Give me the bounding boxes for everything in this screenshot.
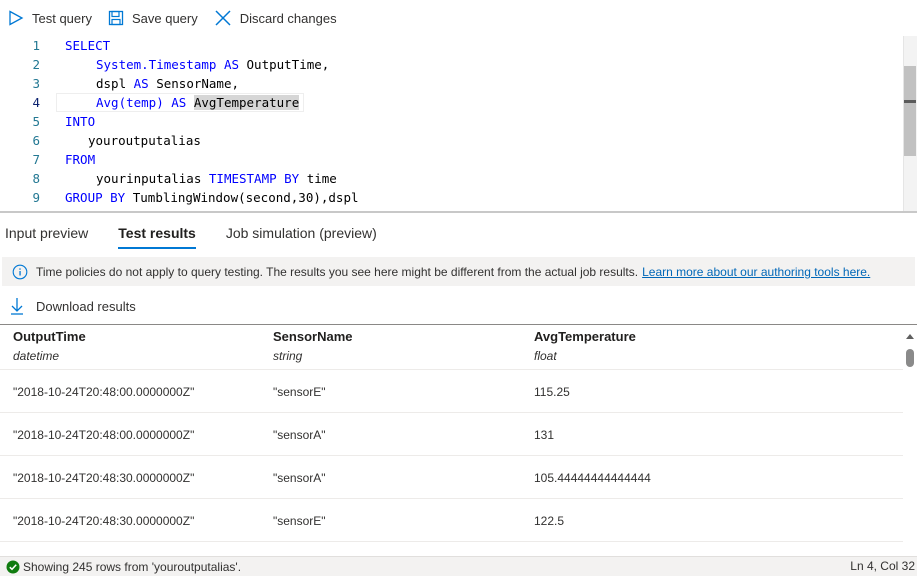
table-scrollbar[interactable] <box>903 328 917 556</box>
column-type: string <box>273 349 303 363</box>
download-results-button[interactable]: Download results <box>10 295 136 317</box>
code-text: yourinputalias <box>96 171 209 186</box>
column-name: AvgTemperature <box>534 329 636 344</box>
line-number: 2 <box>32 57 40 72</box>
line-number: 5 <box>32 114 40 129</box>
play-icon <box>9 10 24 26</box>
editor-line: 9 GROUP BY TumblingWindow(second,30),dsp… <box>0 188 900 207</box>
column-header-avgtemperature[interactable]: AvgTemperature float <box>534 329 636 363</box>
scroll-up-arrow-icon[interactable] <box>906 334 914 339</box>
save-icon <box>108 10 124 26</box>
code-text: youroutputalias <box>88 133 201 148</box>
table-cell: "sensorA" <box>273 471 326 485</box>
discard-changes-button[interactable]: Discard changes <box>214 4 337 32</box>
results-tabs: Input preview Test results Job simulatio… <box>0 213 917 253</box>
tab-input-preview[interactable]: Input preview <box>0 213 93 253</box>
editor-line: 1 SELECT <box>0 36 900 55</box>
table-cell: 105.44444444444444 <box>534 471 651 485</box>
column-name: OutputTime <box>13 329 86 344</box>
code-text: dspl <box>96 76 134 91</box>
keyword: FROM <box>65 152 96 167</box>
column-type: float <box>534 349 557 363</box>
keyword: SELECT <box>65 38 111 53</box>
code-text: Avg(temp) <box>96 95 172 110</box>
info-icon <box>12 264 28 279</box>
test-query-label: Test query <box>32 10 92 26</box>
status-bar: Showing 245 rows from 'youroutputalias'.… <box>0 556 917 576</box>
info-text: Time policies do not apply to query test… <box>36 264 639 279</box>
table-cell: 131 <box>534 428 555 442</box>
line-number: 9 <box>32 190 40 205</box>
column-header-sensorname[interactable]: SensorName string <box>273 329 352 363</box>
table-cell: "2018-10-24T20:48:00.0000000Z" <box>13 428 195 442</box>
table-row[interactable]: "2018-10-24T20:48:30.0000000Z" "sensorA"… <box>0 456 903 499</box>
success-check-icon <box>6 560 20 573</box>
line-number: 1 <box>32 38 40 53</box>
code-text: System.Timestamp <box>96 57 224 72</box>
table-row[interactable]: "2018-10-24T20:48:00.0000000Z" "sensorE"… <box>0 370 903 413</box>
code-text: TumblingWindow(second,30),dspl <box>125 190 359 205</box>
table-cell: "sensorA" <box>273 428 326 442</box>
table-cell: "2018-10-24T20:48:30.0000000Z" <box>13 471 195 485</box>
query-editor[interactable]: 1 SELECT 2 System.Timestamp AS OutputTim… <box>0 36 917 212</box>
close-icon <box>215 10 231 26</box>
editor-line: 7 FROM <box>0 150 900 169</box>
column-header-outputtime[interactable]: OutputTime datetime <box>13 329 86 363</box>
editor-line: 6 youroutputalias <box>0 131 900 150</box>
download-label: Download results <box>36 298 136 314</box>
editor-line: 8 yourinputalias TIMESTAMP BY time <box>0 169 900 188</box>
selected-word: AvgTemperature <box>193 95 300 110</box>
table-cell: "sensorE" <box>273 514 326 528</box>
line-number: 8 <box>32 171 40 186</box>
keyword: AS <box>223 57 239 72</box>
line-number: 7 <box>32 152 40 167</box>
keyword: AS <box>171 95 187 110</box>
editor-line: 3 dspl AS SensorName, <box>0 74 900 93</box>
table-cell: 115.25 <box>534 385 570 399</box>
column-type: datetime <box>13 349 60 363</box>
line-number: 6 <box>32 133 40 148</box>
cursor-position-marker <box>904 100 916 103</box>
editor-line: 5 INTO <box>0 112 900 131</box>
code-text: time <box>299 171 337 186</box>
table-header: OutputTime datetime SensorName string Av… <box>0 325 903 370</box>
learn-more-link[interactable]: Learn more about our authoring tools her… <box>642 265 870 279</box>
keyword: GROUP BY <box>65 190 126 205</box>
line-number: 3 <box>32 76 40 91</box>
editor-line-current: 4 Avg(temp) AS AvgTemperature <box>0 93 900 112</box>
column-name: SensorName <box>273 329 353 344</box>
keyword: INTO <box>65 114 96 129</box>
toolbar: Test query Save query Discard changes <box>0 0 917 36</box>
table-cell: "sensorE" <box>273 385 326 399</box>
table-cell: "2018-10-24T20:48:00.0000000Z" <box>13 385 195 399</box>
tab-test-results[interactable]: Test results <box>113 213 201 253</box>
table-scrollbar-thumb[interactable] <box>906 349 914 367</box>
code-text: SensorName, <box>148 76 240 91</box>
results-table: OutputTime datetime SensorName string Av… <box>0 325 903 555</box>
line-number: 4 <box>32 95 40 110</box>
discard-changes-label: Discard changes <box>239 10 337 26</box>
keyword: AS <box>133 76 149 91</box>
editor-scrollbar-thumb[interactable] <box>904 66 916 156</box>
table-cell: 122.5 <box>534 514 565 528</box>
table-row[interactable]: "2018-10-24T20:48:30.0000000Z" "sensorE"… <box>0 499 903 542</box>
test-query-button[interactable]: Test query <box>8 4 92 32</box>
table-row[interactable]: "2018-10-24T20:48:00.0000000Z" "sensorA"… <box>0 413 903 456</box>
editor-scrollbar[interactable] <box>903 36 917 212</box>
table-cell: "2018-10-24T20:48:30.0000000Z" <box>13 514 195 528</box>
save-query-button[interactable]: Save query <box>108 4 198 32</box>
editor-line: 2 System.Timestamp AS OutputTime, <box>0 55 900 74</box>
code-text: OutputTime, <box>239 57 330 72</box>
cursor-position: Ln 4, Col 32 <box>850 559 915 573</box>
download-icon <box>11 298 23 315</box>
save-query-label: Save query <box>131 10 198 26</box>
info-banner: Time policies do not apply to query test… <box>2 257 915 286</box>
keyword: TIMESTAMP BY <box>208 171 300 186</box>
tab-job-simulation[interactable]: Job simulation (preview) <box>221 213 382 253</box>
status-message: Showing 245 rows from 'youroutputalias'. <box>23 559 242 574</box>
